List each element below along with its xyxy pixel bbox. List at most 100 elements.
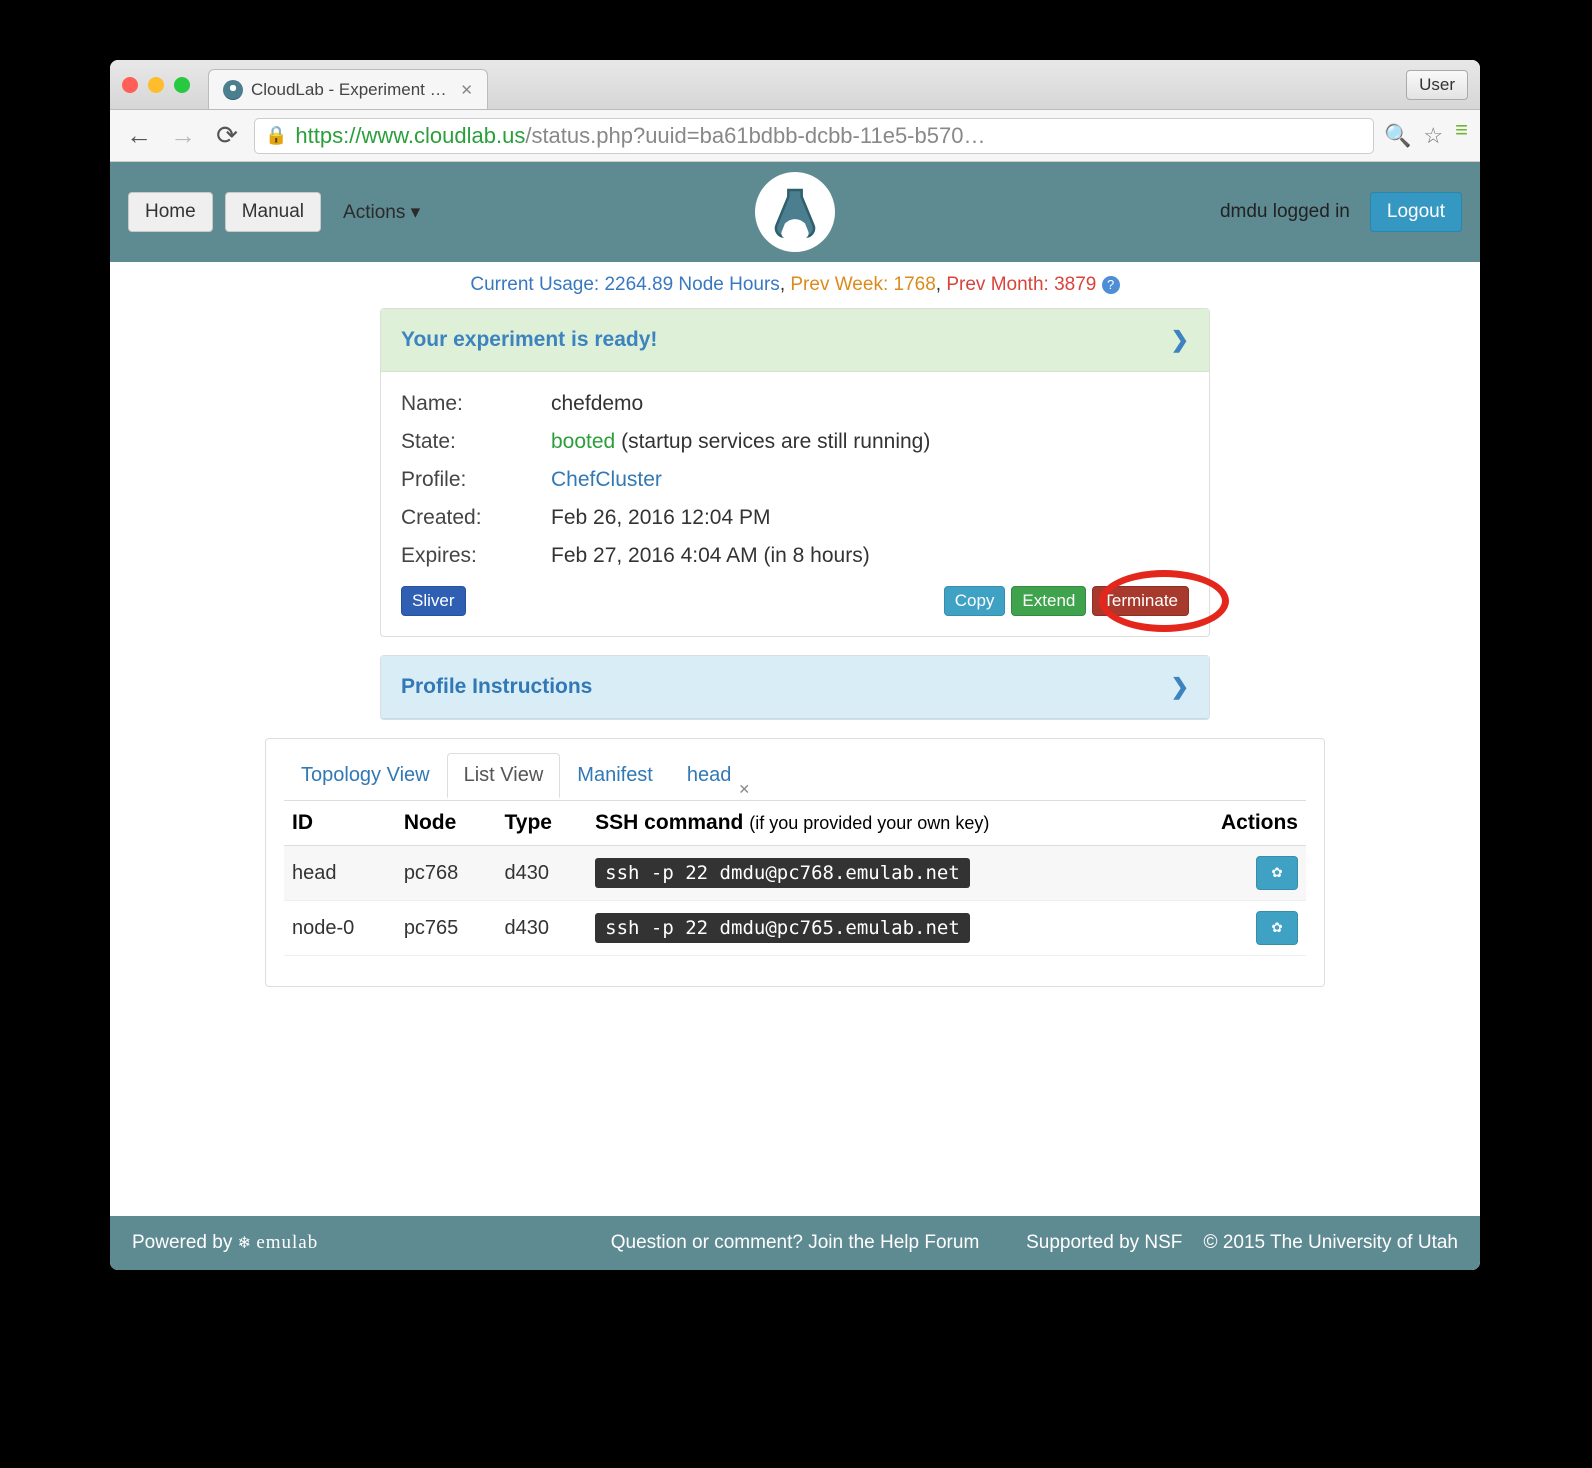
created-label: Created: <box>401 506 551 530</box>
browser-window: CloudLab - Experiment Sta ✕ User ← → ⟳ 🔒… <box>110 60 1480 1270</box>
site-logo[interactable] <box>755 172 835 252</box>
footer-copyright: © 2015 The University of Utah <box>1204 1232 1458 1253</box>
ssh-command[interactable]: ssh -p 22 dmdu@pc765.emulab.net <box>595 913 970 943</box>
created-value: Feb 26, 2016 12:04 PM <box>551 506 1189 530</box>
usage-prevmonth-label: Prev Month: <box>946 274 1054 295</box>
window-controls <box>122 77 190 93</box>
chevron-right-icon: ❯ <box>1171 674 1189 700</box>
node-list-table: ID Node Type SSH command (if you provide… <box>284 800 1306 956</box>
th-id: ID <box>284 801 396 846</box>
usage-summary: Current Usage: 2264.89 Node Hours, Prev … <box>110 262 1480 308</box>
extend-button[interactable]: Extend <box>1011 586 1086 616</box>
cell-type: d430 <box>497 846 588 901</box>
browser-toolbar: ← → ⟳ 🔒 https ://www.cloudlab.us /status… <box>110 110 1480 162</box>
resources-panel: Topology View List View Manifest head ✕ … <box>265 738 1325 987</box>
copy-button[interactable]: Copy <box>944 586 1006 616</box>
tab-head-label: head <box>687 764 732 786</box>
reload-button[interactable]: ⟳ <box>210 120 244 151</box>
tab-manifest[interactable]: Manifest <box>560 753 670 798</box>
manual-button[interactable]: Manual <box>225 192 321 232</box>
profile-link[interactable]: ChefCluster <box>551 468 662 491</box>
actions-label: Actions <box>343 202 405 223</box>
th-ssh-label: SSH command <box>595 811 743 834</box>
tab-head[interactable]: head <box>670 753 749 798</box>
search-in-page-icon[interactable]: 🔍 <box>1384 123 1411 149</box>
browser-tabstrip: CloudLab - Experiment Sta ✕ User <box>110 60 1480 110</box>
cell-node: pc768 <box>396 846 497 901</box>
home-button[interactable]: Home <box>128 192 213 232</box>
forward-button[interactable]: → <box>166 120 200 151</box>
usage-prevweek: 1768 <box>894 274 936 295</box>
state-label: State: <box>401 430 551 454</box>
bookmark-star-icon[interactable]: ☆ <box>1423 123 1443 149</box>
cell-type: d430 <box>497 901 588 956</box>
tab-title: CloudLab - Experiment Sta <box>251 80 452 100</box>
site-footer: Powered by ❄ emulab Question or comment?… <box>110 1216 1480 1270</box>
ssh-command[interactable]: ssh -p 22 dmdu@pc768.emulab.net <box>595 858 970 888</box>
profile-instructions-panel: Profile Instructions ❯ <box>380 655 1210 720</box>
maximize-window-icon[interactable] <box>174 77 190 93</box>
address-bar[interactable]: 🔒 https ://www.cloudlab.us /status.php?u… <box>254 118 1374 154</box>
minimize-window-icon[interactable] <box>148 77 164 93</box>
help-icon[interactable]: ? <box>1102 276 1120 294</box>
browser-tab[interactable]: CloudLab - Experiment Sta ✕ <box>208 69 488 109</box>
chevron-down-icon: ▾ <box>411 202 421 223</box>
gear-icon: ✿ <box>1271 865 1282 881</box>
favicon <box>223 80 243 100</box>
expires-value: Feb 27, 2016 4:04 AM (in 8 hours) <box>551 544 1189 568</box>
state-note: (startup services are still running) <box>621 430 930 453</box>
powered-by-label: Powered by <box>132 1232 238 1253</box>
close-tab-icon[interactable]: ✕ <box>460 81 473 99</box>
row-actions-button[interactable]: ✿ <box>1256 911 1298 945</box>
usage-prevmonth: 3879 <box>1054 274 1096 295</box>
state-value: booted (startup services are still runni… <box>551 430 1189 454</box>
expires-label: Expires: <box>401 544 551 568</box>
url-path: /status.php?uuid=ba61bdbb-dcbb-11e5-b570… <box>525 123 985 149</box>
close-tab-head-icon[interactable]: ✕ <box>738 781 750 798</box>
footer-powered: Powered by ❄ emulab <box>132 1232 318 1254</box>
lock-icon: 🔒 <box>265 125 287 146</box>
th-ssh: SSH command (if you provided your own ke… <box>587 801 1173 846</box>
usage-current-label: Current Usage: <box>470 274 604 295</box>
url-host: ://www.cloudlab.us <box>343 123 525 149</box>
th-type: Type <box>497 801 588 846</box>
terminate-button[interactable]: Terminate <box>1092 586 1189 616</box>
instructions-panel-header[interactable]: Profile Instructions ❯ <box>381 656 1209 719</box>
chrome-user-button[interactable]: User <box>1406 70 1468 100</box>
cell-node: pc765 <box>396 901 497 956</box>
usage-prevweek-label: Prev Week: <box>790 274 893 295</box>
table-row: head pc768 d430 ssh -p 22 dmdu@pc768.emu… <box>284 846 1306 901</box>
url-scheme: https <box>295 123 343 149</box>
cell-id: head <box>284 846 396 901</box>
site-topbar: Home Manual Actions ▾ dmdu logged in Log… <box>110 162 1480 262</box>
logged-in-text: dmdu logged in <box>1220 201 1350 223</box>
th-node: Node <box>396 801 497 846</box>
row-actions-button[interactable]: ✿ <box>1256 856 1298 890</box>
addr-right-icons: 🔍 ☆ ≡ <box>1384 123 1468 149</box>
back-button[interactable]: ← <box>122 120 156 151</box>
chevron-right-icon: ❯ <box>1171 327 1189 353</box>
gear-icon: ✿ <box>1271 920 1282 936</box>
page-content: Home Manual Actions ▾ dmdu logged in Log… <box>110 162 1480 1270</box>
status-panel-header[interactable]: Your experiment is ready! ❯ <box>381 309 1209 372</box>
experiment-status-panel: Your experiment is ready! ❯ Name: chefde… <box>380 308 1210 637</box>
emulab-label: emulab <box>256 1232 318 1253</box>
chrome-menu-icon[interactable]: ≡ <box>1455 123 1468 149</box>
tab-listview[interactable]: List View <box>447 753 561 798</box>
usage-current: 2264.89 Node Hours <box>604 274 779 295</box>
actions-dropdown[interactable]: Actions ▾ <box>333 193 430 232</box>
state-booted: booted <box>551 430 615 453</box>
flask-icon <box>770 185 820 240</box>
table-row: node-0 pc765 d430 ssh -p 22 dmdu@pc765.e… <box>284 901 1306 956</box>
sliver-button[interactable]: Sliver <box>401 586 466 616</box>
snowflake-icon: ❄ <box>238 1235 251 1252</box>
logout-button[interactable]: Logout <box>1370 192 1462 232</box>
name-value: chefdemo <box>551 392 1189 416</box>
footer-right: Supported by NSF © 2015 The University o… <box>1026 1232 1458 1254</box>
tab-topology[interactable]: Topology View <box>284 753 447 798</box>
footer-nsf[interactable]: Supported by NSF <box>1026 1232 1182 1253</box>
close-window-icon[interactable] <box>122 77 138 93</box>
footer-help-link[interactable]: Question or comment? Join the Help Forum <box>611 1232 980 1254</box>
profile-label: Profile: <box>401 468 551 492</box>
resource-tabs: Topology View List View Manifest head ✕ <box>284 753 1306 798</box>
